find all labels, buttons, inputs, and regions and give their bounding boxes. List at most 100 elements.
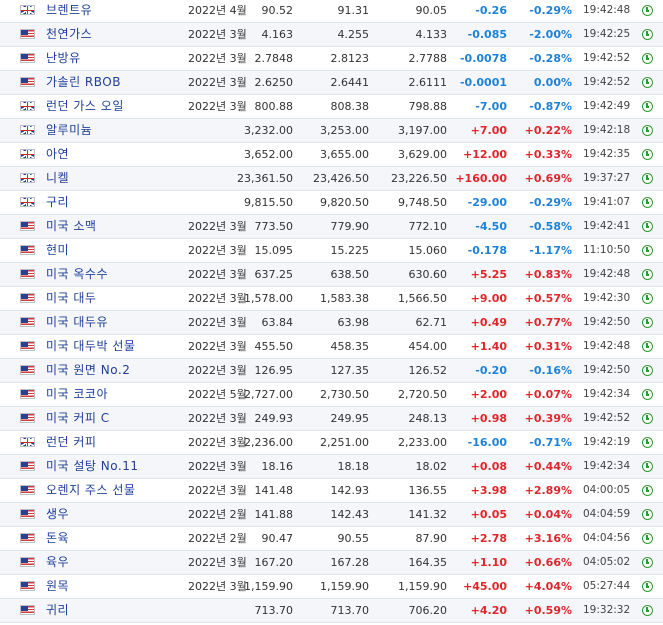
percent-change: +0.83% [524, 268, 572, 281]
clock-icon[interactable] [642, 29, 653, 40]
clock-icon[interactable] [642, 413, 653, 424]
clock-icon[interactable] [642, 197, 653, 208]
update-time: 19:42:41 [583, 220, 631, 232]
commodity-name-link[interactable]: 구리 [46, 191, 69, 214]
commodity-name-link[interactable]: 미국 옥수수 [46, 263, 108, 286]
us-flag-icon [20, 317, 35, 327]
contract-month: 2022년 3월 [188, 412, 247, 425]
clock-icon[interactable] [642, 5, 653, 16]
clock-icon[interactable] [642, 293, 653, 304]
commodity-name-link[interactable]: 런던 가스 오일 [46, 95, 124, 118]
percent-change: -0.58% [529, 220, 572, 233]
percent-change: -0.29% [529, 4, 572, 17]
commodity-name-link[interactable]: 미국 소맥 [46, 215, 96, 238]
commodity-name-link[interactable]: 니켈 [46, 167, 69, 190]
clock-icon[interactable] [642, 485, 653, 496]
clock-icon[interactable] [642, 269, 653, 280]
commodity-name-link[interactable]: 돈육 [46, 527, 69, 550]
clock-icon[interactable] [642, 461, 653, 472]
clock-icon[interactable] [642, 341, 653, 352]
last-price: 167.20 [254, 556, 294, 569]
low-price: 87.90 [415, 532, 448, 545]
us-flag-icon [20, 389, 35, 399]
update-time: 19:42:35 [583, 148, 631, 160]
low-price: 90.05 [415, 4, 448, 17]
last-price: 2,727.00 [244, 388, 293, 401]
uk-flag-icon [20, 437, 35, 447]
commodities-table: 브렌트유 2022년 4월 90.52 91.31 90.05 -0.26 -0.29% 19… [0, 0, 663, 625]
commodity-name-link[interactable]: 미국 대두박 선물 [46, 335, 135, 358]
table-row: 원목 2022년 3월 1,159.90 1,159.90 1,159.90 +45.00… [0, 575, 663, 599]
clock-icon[interactable] [642, 317, 653, 328]
low-price: 772.10 [408, 220, 448, 233]
contract-month: 2022년 3월 [188, 556, 247, 569]
clock-icon[interactable] [642, 53, 653, 64]
low-price: 706.20 [408, 604, 448, 617]
clock-icon[interactable] [642, 221, 653, 232]
percent-change: +0.07% [524, 388, 572, 401]
price-change: +2.78 [470, 532, 507, 545]
price-change: -29.00 [467, 196, 507, 209]
commodity-name-link[interactable]: 미국 코코아 [46, 383, 108, 406]
commodity-name-link[interactable]: 현미 [46, 239, 69, 262]
us-flag-icon [20, 293, 35, 303]
commodity-name-link[interactable]: 미국 대두 [46, 287, 96, 310]
commodity-name-link[interactable]: 알루미늄 [46, 119, 92, 142]
table-row: 미국 대두유 2022년 3월 63.84 63.98 62.71 +0.49 +0.77%… [0, 311, 663, 335]
clock-icon[interactable] [642, 125, 653, 136]
commodity-name-link[interactable]: 브렌트유 [46, 0, 92, 22]
price-change: +0.08 [470, 460, 507, 473]
clock-icon[interactable] [642, 149, 653, 160]
commodity-name-link[interactable]: 오렌지 주스 선물 [46, 479, 135, 502]
commodity-name-link[interactable]: 귀리 [46, 599, 69, 622]
uk-flag-icon [20, 149, 35, 159]
contract-month: 2022년 3월 [188, 484, 247, 497]
low-price: 141.32 [408, 508, 448, 521]
clock-icon[interactable] [642, 173, 653, 184]
clock-icon[interactable] [642, 581, 653, 592]
commodity-name-link[interactable]: 미국 대두유 [46, 311, 108, 334]
clock-icon[interactable] [642, 77, 653, 88]
clock-icon[interactable] [642, 557, 653, 568]
high-price: 18.18 [337, 460, 370, 473]
price-change: -0.085 [467, 28, 507, 41]
commodity-name-link[interactable]: 원목 [46, 575, 69, 598]
commodity-name-link[interactable]: 가솔린 RBOB [46, 71, 121, 94]
clock-icon[interactable] [642, 245, 653, 256]
commodity-name-link[interactable]: 런던 커피 [46, 431, 96, 454]
clock-icon[interactable] [642, 533, 653, 544]
low-price: 126.52 [408, 364, 448, 377]
percent-change: +0.04% [524, 508, 572, 521]
clock-icon[interactable] [642, 365, 653, 376]
update-time: 19:42:19 [583, 436, 631, 448]
clock-icon[interactable] [642, 101, 653, 112]
high-price: 142.43 [330, 508, 370, 521]
price-change: +4.20 [470, 604, 507, 617]
last-price: 90.52 [261, 4, 294, 17]
clock-icon[interactable] [642, 389, 653, 400]
commodity-name-link[interactable]: 육우 [46, 551, 69, 574]
contract-month: 2022년 3월 [188, 340, 247, 353]
commodity-name-link[interactable]: 생우 [46, 503, 69, 526]
table-row: 귀리 713.70 713.70 706.20 +4.20 +0.59% 19:32:32 [0, 599, 663, 623]
high-price: 713.70 [330, 604, 370, 617]
commodity-name-link[interactable]: 천연가스 [46, 23, 92, 46]
price-change: -0.0078 [459, 52, 507, 65]
high-price: 2,251.00 [320, 436, 369, 449]
commodity-name-link[interactable]: 미국 원면 No.2 [46, 359, 130, 382]
percent-change: +0.57% [524, 292, 572, 305]
percent-change: +0.39% [524, 412, 572, 425]
last-price: 1,578.00 [244, 292, 293, 305]
price-change: +160.00 [455, 172, 507, 185]
clock-icon[interactable] [642, 437, 653, 448]
commodity-name-link[interactable]: 난방유 [46, 47, 81, 70]
low-price: 62.71 [415, 316, 448, 329]
update-time: 19:42:48 [583, 4, 631, 16]
commodity-name-link[interactable]: 미국 설탕 No.11 [46, 455, 138, 478]
clock-icon[interactable] [642, 605, 653, 616]
commodity-name-link[interactable]: 아연 [46, 143, 69, 166]
last-price: 637.25 [254, 268, 294, 281]
us-flag-icon [20, 605, 35, 615]
commodity-name-link[interactable]: 미국 커피 C [46, 407, 110, 430]
clock-icon[interactable] [642, 509, 653, 520]
